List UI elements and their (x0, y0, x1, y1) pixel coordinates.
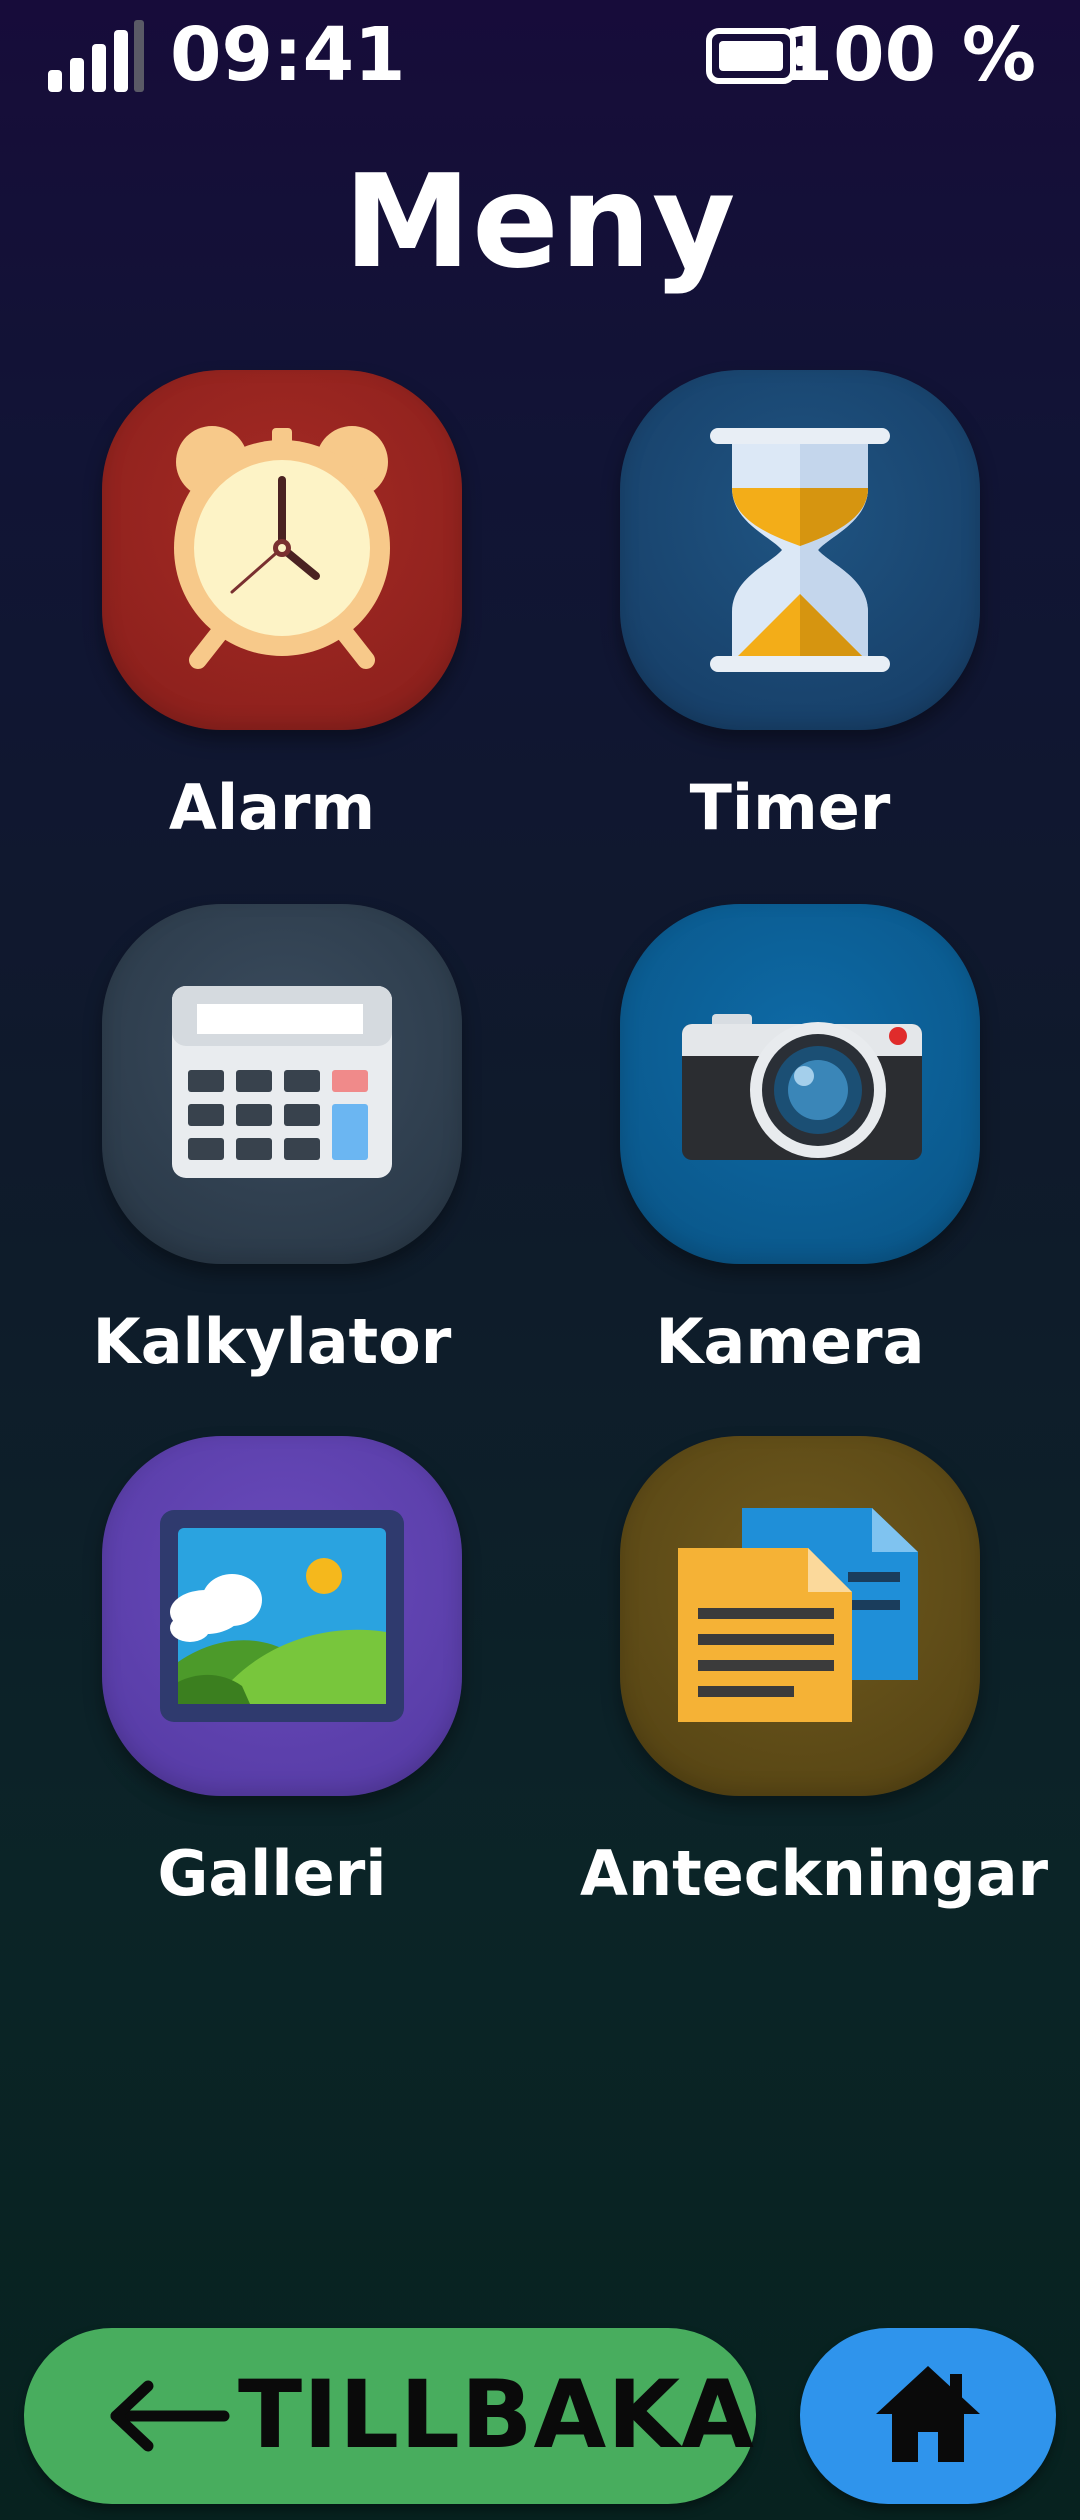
status-bar: 09:41 100 % (0, 0, 1080, 110)
app-icon-calculator[interactable] (102, 904, 462, 1264)
camera-icon (682, 1014, 922, 1160)
app-icon-timer[interactable] (620, 370, 980, 730)
hourglass-icon (710, 428, 890, 672)
app-label-alarm: Alarm (168, 771, 376, 844)
app-icon-alarm[interactable] (102, 370, 462, 730)
calculator-icon (172, 986, 392, 1178)
app-label-gallery: Galleri (157, 1837, 387, 1910)
app-icon-gallery[interactable] (102, 1436, 462, 1796)
app-label-timer: Timer (689, 771, 891, 844)
app-gallery[interactable]: Galleri (62, 1436, 482, 1946)
app-camera[interactable]: Kamera (580, 904, 1000, 1414)
alarm-clock-icon (174, 426, 390, 669)
app-icon-camera[interactable] (620, 904, 980, 1264)
app-alarm[interactable]: Alarm (62, 370, 482, 880)
status-time: 09:41 (170, 12, 406, 98)
home-icon (876, 2366, 980, 2462)
app-calculator[interactable]: Kalkylator (62, 904, 482, 1414)
signal-bars-icon (48, 20, 144, 92)
battery-percentage: 100 % (781, 12, 1036, 98)
app-label-camera: Kamera (655, 1305, 925, 1378)
notes-icon (678, 1508, 918, 1722)
app-label-calculator: Kalkylator (92, 1305, 452, 1378)
app-timer[interactable]: Timer (580, 370, 1000, 880)
app-icon-notes[interactable] (620, 1436, 980, 1796)
app-label-notes: Anteckningar (580, 1837, 1049, 1910)
app-notes[interactable]: Anteckningar (580, 1436, 1049, 1946)
home-button[interactable] (800, 2328, 1056, 2504)
back-button-label: TILLBAKA (238, 2361, 755, 2470)
back-button[interactable]: TILLBAKA (24, 2328, 756, 2504)
picture-icon (160, 1510, 404, 1722)
arrow-left-icon (110, 2380, 230, 2452)
page-title: Meny (343, 148, 737, 297)
